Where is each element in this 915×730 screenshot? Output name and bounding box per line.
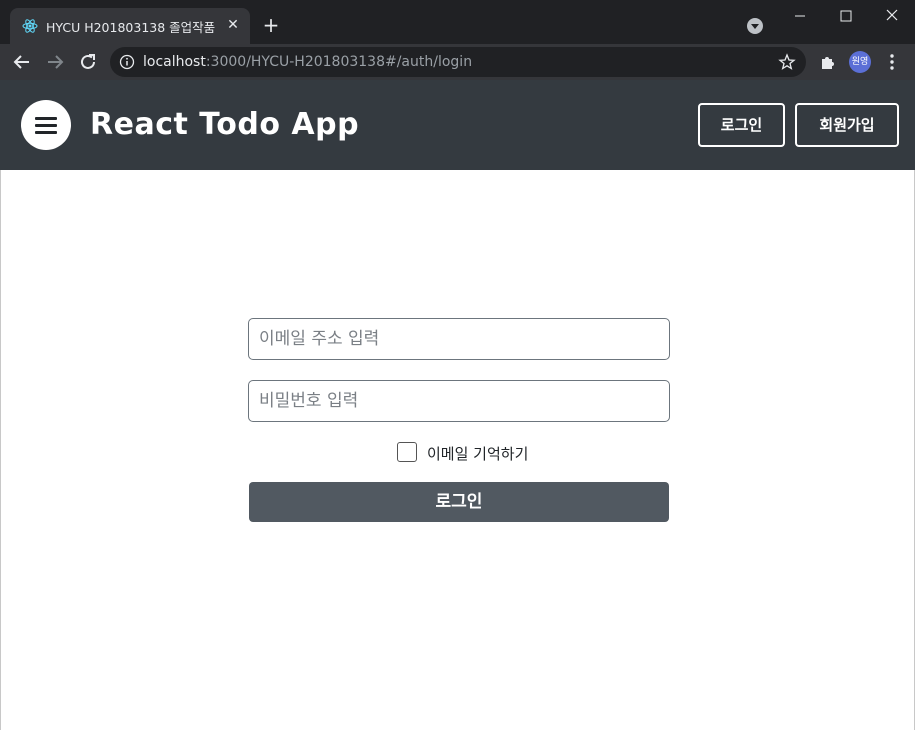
header-login-button[interactable]: 로그인 bbox=[698, 103, 785, 147]
window-close-icon[interactable] bbox=[869, 0, 915, 32]
remember-email-label[interactable]: 이메일 기억하기 bbox=[427, 443, 528, 464]
window-maximize-icon[interactable] bbox=[823, 0, 869, 32]
browser-tab[interactable]: HYCU H201803138 졸업작품 ✕ bbox=[10, 8, 250, 44]
site-info-icon[interactable] bbox=[119, 54, 135, 70]
tab-close-icon[interactable]: ✕ bbox=[224, 16, 242, 34]
extensions-puzzle-icon[interactable] bbox=[818, 52, 838, 72]
password-input[interactable] bbox=[248, 380, 670, 422]
tab-search-icon[interactable] bbox=[747, 18, 763, 34]
app-brand-title[interactable]: React Todo App bbox=[90, 107, 359, 142]
back-arrow-icon[interactable] bbox=[11, 51, 33, 73]
react-favicon-icon bbox=[22, 19, 38, 33]
browser-titlebar: HYCU H201803138 졸업작품 ✕ + bbox=[0, 0, 915, 44]
browser-toolbar: localhost:3000/HYCU-H201803138#/auth/log… bbox=[0, 44, 915, 80]
new-tab-icon[interactable]: + bbox=[260, 14, 282, 36]
url-host: localhost bbox=[143, 54, 206, 70]
bookmark-star-icon[interactable] bbox=[778, 53, 796, 71]
forward-arrow-icon[interactable] bbox=[44, 51, 66, 73]
email-input[interactable] bbox=[248, 318, 670, 360]
app-header: React Todo App 로그인 회원가입 bbox=[0, 80, 915, 170]
login-page: 이메일 기억하기 로그인 bbox=[0, 170, 915, 730]
tab-title: HYCU H201803138 졸업작품 bbox=[46, 20, 216, 35]
browser-menu-icon[interactable] bbox=[884, 52, 900, 72]
reload-icon[interactable] bbox=[77, 51, 99, 73]
window-minimize-icon[interactable] bbox=[777, 0, 823, 32]
header-signup-button[interactable]: 회원가입 bbox=[795, 103, 899, 147]
remember-email-checkbox[interactable] bbox=[397, 442, 417, 462]
url-text: localhost:3000/HYCU-H201803138#/auth/log… bbox=[143, 54, 472, 70]
address-bar[interactable]: localhost:3000/HYCU-H201803138#/auth/log… bbox=[110, 47, 806, 77]
url-path: :3000/HYCU-H201803138#/auth/login bbox=[205, 54, 473, 70]
profile-avatar[interactable]: 원영 bbox=[849, 51, 871, 73]
login-submit-button[interactable]: 로그인 bbox=[249, 482, 669, 522]
hamburger-menu-icon[interactable] bbox=[21, 100, 71, 150]
